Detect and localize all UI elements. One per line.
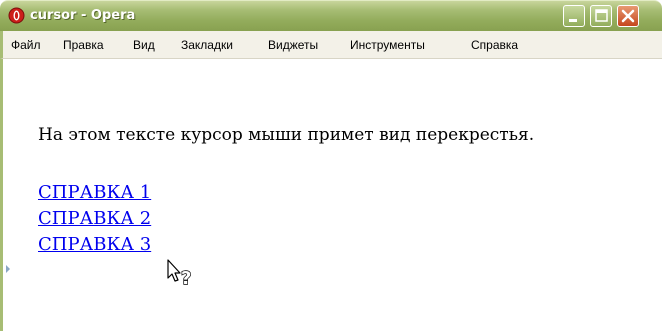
help-link-1[interactable]: СПРАВКА 1 — [38, 182, 151, 203]
title-bar[interactable]: cursor - Opera — [0, 0, 662, 31]
side-panel-arrow-icon[interactable] — [6, 265, 10, 273]
page-paragraph: На этом тексте курсор мыши примет вид пе… — [38, 125, 535, 145]
close-icon — [621, 9, 635, 23]
menu-view[interactable]: Вид — [133, 38, 155, 52]
menu-file[interactable]: Файл — [11, 38, 41, 52]
menu-edit[interactable]: Правка — [63, 38, 104, 52]
browser-window: cursor - Opera Файл Правка Вид Закладки … — [0, 0, 662, 331]
svg-text:?: ? — [181, 268, 191, 289]
close-button[interactable] — [617, 5, 639, 27]
opera-logo-icon — [8, 7, 25, 24]
menu-widgets[interactable]: Виджеты — [268, 38, 318, 52]
window-title: cursor - Opera — [30, 8, 136, 23]
menu-tools[interactable]: Инструменты — [350, 38, 425, 52]
minimize-button[interactable] — [563, 5, 585, 27]
maximize-button[interactable] — [590, 5, 612, 27]
menu-help[interactable]: Справка — [471, 38, 518, 52]
menu-bookmarks[interactable]: Закладки — [181, 38, 233, 52]
help-link-3[interactable]: СПРАВКА 3 — [38, 234, 151, 255]
menu-bar: Файл Правка Вид Закладки Виджеты Инструм… — [0, 31, 662, 59]
help-cursor-icon: ? — [167, 259, 192, 290]
minimize-icon — [569, 19, 577, 22]
help-link-2[interactable]: СПРАВКА 2 — [38, 208, 151, 229]
maximize-icon — [595, 9, 608, 22]
